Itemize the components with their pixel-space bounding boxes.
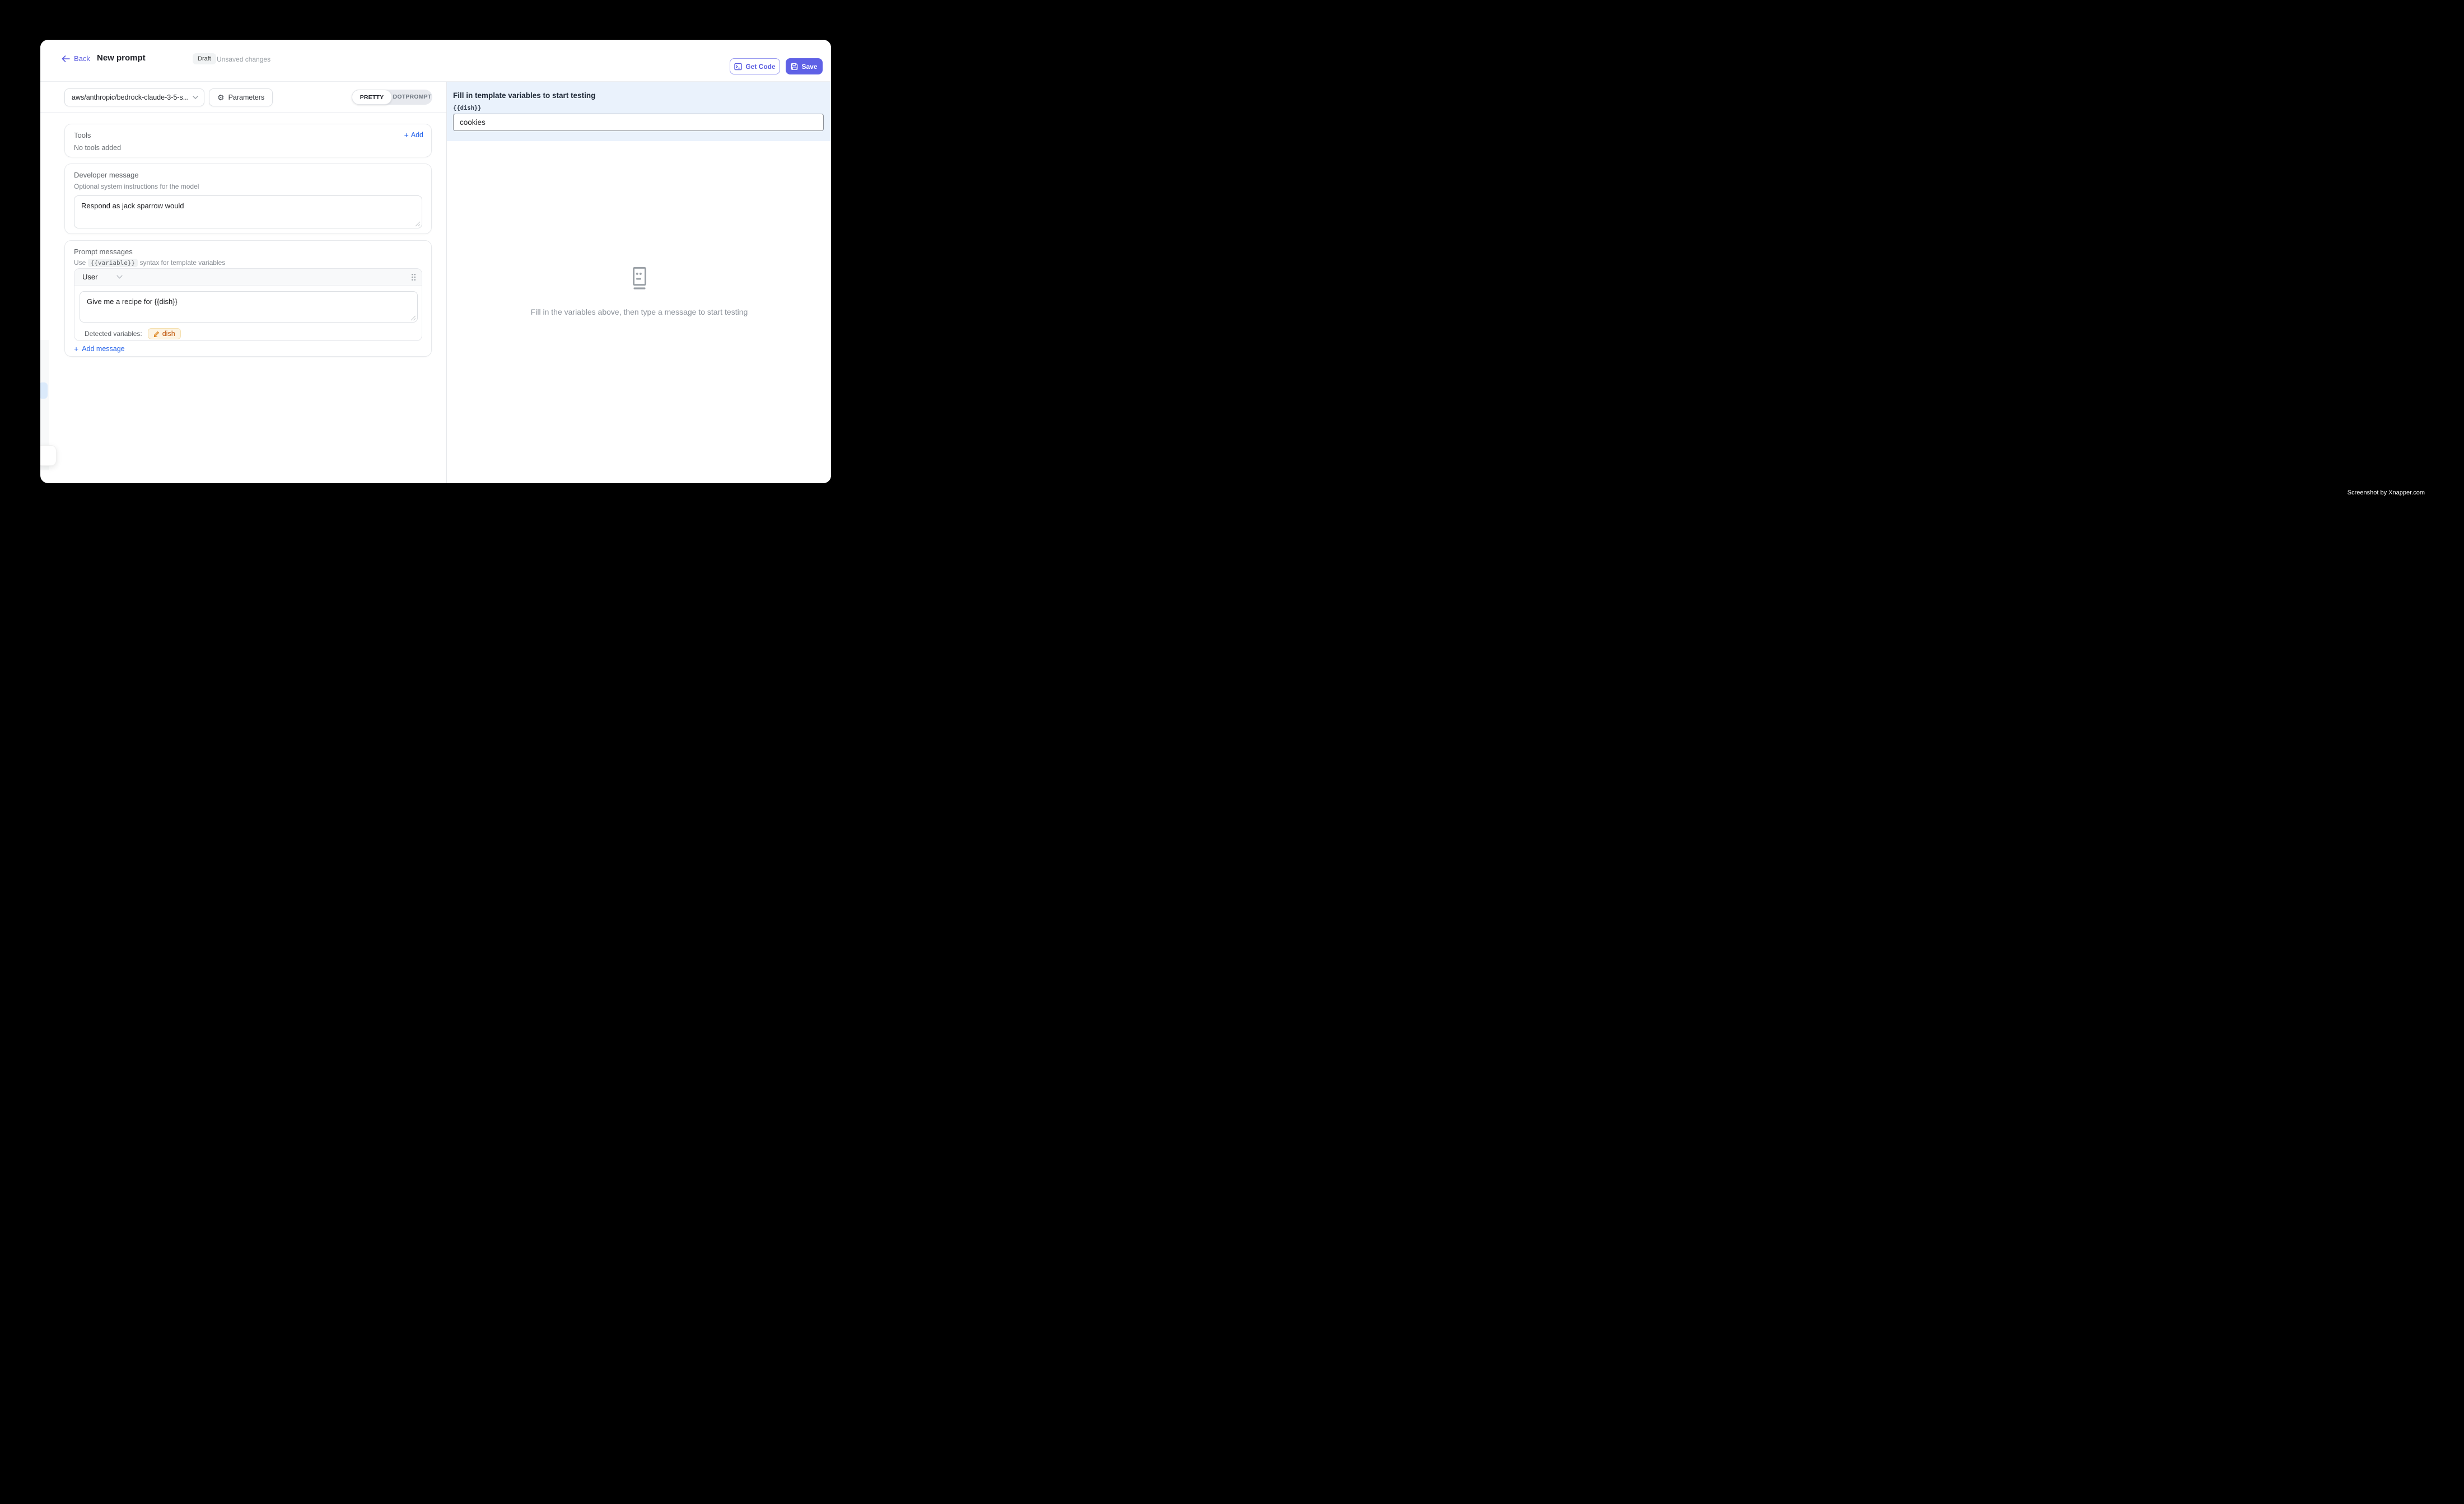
watermark: Screenshot by Xnapper.com: [2348, 489, 2425, 496]
variable-value-input[interactable]: [453, 114, 824, 131]
add-tool-button[interactable]: + Add: [404, 131, 423, 139]
back-button[interactable]: Back: [62, 54, 90, 63]
prompt-messages-title: Prompt messages: [74, 247, 422, 256]
template-variables-title: Fill in template variables to start test…: [453, 91, 824, 100]
chat-empty-text: Fill in the variables above, then type a…: [447, 307, 831, 316]
test-panel: Fill in template variables to start test…: [446, 82, 831, 483]
variable-syntax-pill: {{variable}}: [88, 259, 138, 267]
get-code-button[interactable]: Get Code: [730, 58, 780, 74]
add-message-label: Add message: [82, 345, 124, 353]
left-drawer-card: [40, 445, 57, 466]
role-select-value[interactable]: User: [82, 273, 97, 281]
detected-variables-label: Detected variables:: [85, 330, 142, 338]
detected-variables-row: Detected variables: dish: [85, 328, 181, 339]
page-title: New prompt: [97, 53, 146, 63]
plus-icon: +: [74, 345, 78, 353]
developer-message-subtitle: Optional system instructions for the mod…: [74, 183, 422, 190]
chat-empty-state: Fill in the variables above, then type a…: [447, 267, 831, 316]
save-button[interactable]: Save: [786, 58, 823, 74]
chat-footer: [447, 482, 831, 483]
save-label: Save: [801, 63, 817, 71]
developer-message-card: Developer message Optional system instru…: [64, 164, 432, 234]
subtitle-prefix: Use: [74, 259, 86, 267]
subtitle-suffix: syntax for template variables: [140, 259, 226, 267]
chevron-down-icon: [193, 96, 198, 99]
model-select-value: aws/anthropic/bedrock-claude-3-5-s...: [72, 94, 188, 101]
variable-key-label: {{dish}}: [453, 105, 824, 111]
gear-icon: ⚙: [217, 94, 225, 101]
bot-face-icon: [628, 267, 651, 290]
resize-handle-icon[interactable]: [415, 221, 421, 227]
template-variables-section: Fill in template variables to start test…: [447, 82, 831, 141]
back-label: Back: [74, 54, 90, 63]
prompt-messages-subtitle: Use {{variable}} syntax for template var…: [74, 259, 422, 267]
variable-badge-dish[interactable]: dish: [148, 328, 181, 339]
unsaved-changes-text: Unsaved changes: [217, 55, 270, 63]
drag-handle-icon[interactable]: [411, 273, 416, 281]
tools-empty-text: No tools added: [74, 144, 422, 152]
prompt-messages-card: Prompt messages Use {{variable}} syntax …: [64, 240, 432, 357]
tools-card: Tools + Add No tools added: [64, 124, 432, 157]
toggle-pretty[interactable]: PRETTY: [352, 90, 392, 105]
model-select[interactable]: aws/anthropic/bedrock-claude-3-5-s...: [64, 88, 204, 106]
header: Back New prompt Draft Unsaved changes Ge…: [40, 40, 831, 82]
prompt-message-item: User Give me a recipe for {{dish}} Detec…: [74, 268, 422, 341]
toggle-dotprompt[interactable]: DOTPROMPT: [392, 90, 432, 105]
chevron-down-icon[interactable]: [116, 275, 123, 279]
terminal-icon: [734, 63, 742, 71]
save-icon: [791, 63, 798, 70]
app-window: Back New prompt Draft Unsaved changes Ge…: [40, 40, 831, 483]
tools-title: Tools: [74, 131, 422, 139]
variable-badge-label: dish: [162, 330, 175, 338]
resize-handle-icon[interactable]: [410, 315, 416, 321]
developer-message-textarea[interactable]: Respond as jack sparrow would: [74, 195, 422, 228]
add-tool-label: Add: [411, 131, 423, 139]
left-drawer-selected-item: [40, 382, 48, 399]
add-message-button[interactable]: + Add message: [74, 345, 125, 353]
get-code-label: Get Code: [745, 63, 775, 71]
model-toolbar: aws/anthropic/bedrock-claude-3-5-s... ⚙ …: [40, 82, 446, 113]
back-arrow-icon: [62, 55, 70, 62]
prompt-message-textarea[interactable]: Give me a recipe for {{dish}}: [80, 291, 418, 323]
pencil-icon: [153, 331, 160, 337]
parameters-button[interactable]: ⚙ Parameters: [209, 88, 273, 106]
status-badge: Draft: [193, 53, 216, 64]
plus-icon: +: [404, 131, 409, 139]
developer-message-title: Developer message: [74, 171, 422, 179]
view-mode-toggle: PRETTY DOTPROMPT: [352, 90, 432, 105]
message-role-row: User: [74, 269, 422, 286]
parameters-label: Parameters: [228, 94, 265, 101]
